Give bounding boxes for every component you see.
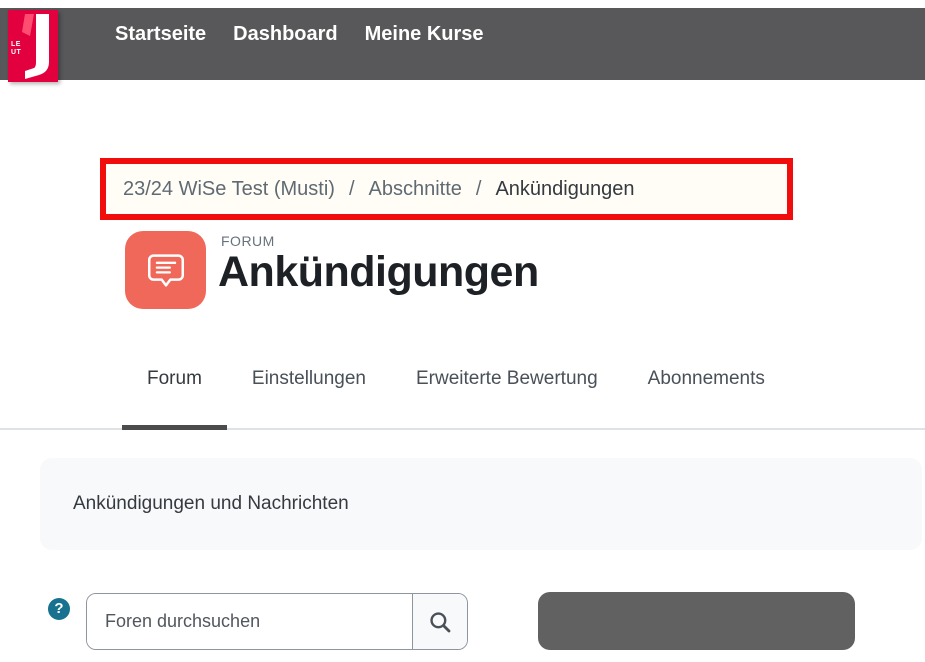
university-logo[interactable]: LE UT <box>8 10 58 82</box>
search-input[interactable] <box>87 594 412 649</box>
top-navbar: Startseite Dashboard Meine Kurse <box>0 8 925 80</box>
forum-description-panel: Ankündigungen und Nachrichten <box>40 458 922 550</box>
tab-bar: Forum Einstellungen Erweiterte Bewertung… <box>0 358 925 430</box>
nav-item-dashboard[interactable]: Dashboard <box>233 21 337 47</box>
help-icon[interactable]: ? <box>48 598 70 620</box>
nav-item-startseite[interactable]: Startseite <box>115 21 206 47</box>
search-button[interactable] <box>412 594 467 649</box>
tab-einstellungen[interactable]: Einstellungen <box>227 358 391 428</box>
forum-description-text: Ankündigungen und Nachrichten <box>40 458 922 550</box>
breadcrumb-separator: / <box>349 178 355 201</box>
forum-activity-icon <box>125 231 206 309</box>
tab-abonnements[interactable]: Abonnements <box>623 358 790 428</box>
breadcrumb-sections-link[interactable]: Abschnitte <box>369 178 462 201</box>
page-title: Ankündigungen <box>218 248 539 297</box>
forum-search <box>86 593 468 650</box>
tab-erweiterte-bewertung[interactable]: Erweiterte Bewertung <box>391 358 623 428</box>
redacted-action-button[interactable] <box>538 592 855 650</box>
annotation-highlight-box: 23/24 WiSe Test (Musti) / Abschnitte / A… <box>100 158 793 220</box>
tab-forum[interactable]: Forum <box>122 358 227 428</box>
primary-navigation: Startseite Dashboard Meine Kurse <box>115 21 484 47</box>
breadcrumb-current-page: Ankündigungen <box>495 178 634 201</box>
nav-item-meine-kurse[interactable]: Meine Kurse <box>365 21 484 47</box>
breadcrumb: 23/24 WiSe Test (Musti) / Abschnitte / A… <box>106 164 787 214</box>
moodle-forum-page: Startseite Dashboard Meine Kurse LE UT 2… <box>0 0 925 662</box>
activity-type-label: FORUM <box>221 233 275 249</box>
breadcrumb-separator: / <box>476 178 482 201</box>
logo-text: LE UT <box>11 41 21 57</box>
breadcrumb-course-link[interactable]: 23/24 WiSe Test (Musti) <box>123 178 335 201</box>
speech-bubble-icon <box>143 247 189 293</box>
search-icon <box>427 609 453 635</box>
